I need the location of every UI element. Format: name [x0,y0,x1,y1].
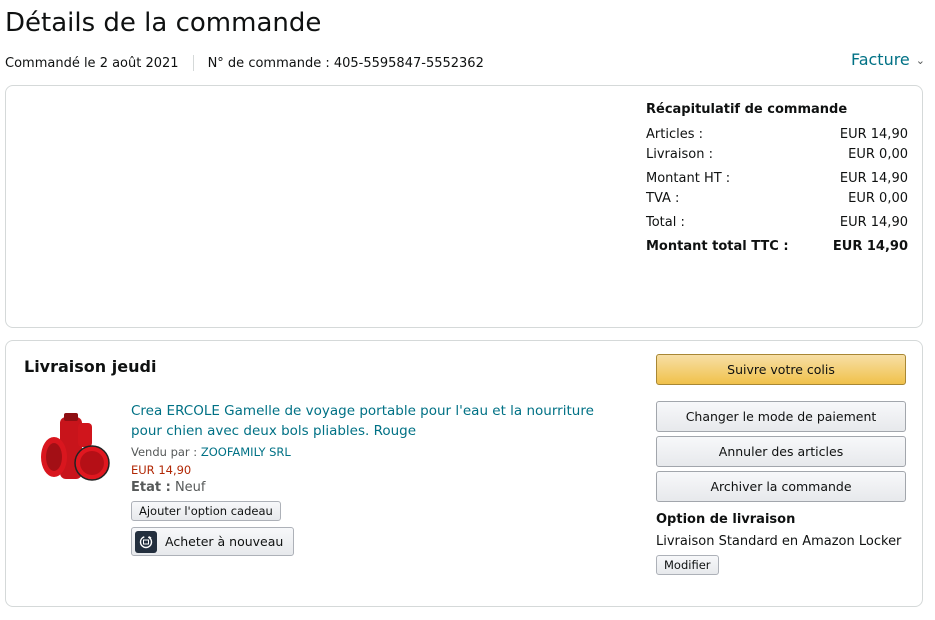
cancel-items-button[interactable]: Annuler des articles [656,436,906,467]
buy-again-label: Acheter à nouveau [165,534,284,549]
delivery-box: Livraison jeudi Crea ERCOLE Gamelle de v… [5,340,923,607]
summary-row-items: Articles : EUR 14,90 [646,125,908,145]
summary-label: TVA : [646,191,680,206]
summary-row-subtotal-ht: Montant HT : EUR 14,90 [646,169,908,189]
order-number: N° de commande : 405-5595847-5552362 [207,55,484,71]
summary-value: EUR 14,90 [832,239,908,254]
sold-by-label: Vendu par : [131,445,198,459]
summary-label: Livraison : [646,147,713,162]
summary-row-grand-total: Montant total TTC : EUR 14,90 [646,237,908,257]
condition-label: Etat : [131,480,171,495]
meta-divider [192,55,194,71]
summary-row-total: Total : EUR 14,90 [646,213,908,233]
condition-value: Neuf [174,480,206,495]
seller-line: Vendu par : ZOOFAMILY SRL [131,445,611,459]
order-summary: Récapitulatif de commande Articles : EUR… [646,102,908,257]
summary-value: EUR 14,90 [839,215,908,230]
summary-value: EUR 0,00 [848,147,908,162]
summary-label: Montant total TTC : [646,239,789,254]
product-title-link[interactable]: Crea ERCOLE Gamelle de voyage portable p… [131,401,611,441]
chevron-down-icon: ⌄ [915,54,925,67]
item-condition: Etat : Neuf [131,480,611,495]
delivery-title: Livraison jeudi [24,357,157,376]
seller-link[interactable]: ZOOFAMILY SRL [201,445,291,459]
summary-label: Articles : [646,127,703,142]
order-actions: Suivre votre colis Changer le mode de pa… [656,354,906,575]
change-payment-button[interactable]: Changer le mode de paiement [656,401,906,432]
summary-value: EUR 0,00 [848,191,908,206]
shipping-option-title: Option de livraison [656,512,796,527]
page-title: Détails de la commande [5,8,322,38]
buy-again-icon [135,530,157,553]
item-price: EUR 14,90 [131,463,192,477]
order-meta: Commandé le 2 août 2021 N° de commande :… [5,55,484,71]
modify-shipping-button[interactable]: Modifier [656,555,719,575]
invoice-dropdown[interactable]: Facture ⌄ [851,50,925,69]
shipping-option-text: Livraison Standard en Amazon Locker [656,534,902,549]
summary-label: Total : [646,215,685,230]
archive-order-button[interactable]: Archiver la commande [656,471,906,502]
order-date: Commandé le 2 août 2021 [5,55,179,71]
summary-row-shipping: Livraison : EUR 0,00 [646,145,908,165]
product-image[interactable] [40,413,110,487]
add-gift-option-button[interactable]: Ajouter l'option cadeau [131,501,281,521]
product-details: Crea ERCOLE Gamelle de voyage portable p… [131,401,611,556]
summary-value: EUR 14,90 [839,127,908,142]
summary-label: Montant HT : [646,171,731,186]
order-summary-box: Récapitulatif de commande Articles : EUR… [5,85,923,328]
summary-row-vat: TVA : EUR 0,00 [646,189,908,209]
invoice-label: Facture [850,50,910,69]
summary-value: EUR 14,90 [839,171,908,186]
track-package-button[interactable]: Suivre votre colis [656,354,906,385]
summary-title: Récapitulatif de commande [646,102,848,117]
buy-again-button[interactable]: Acheter à nouveau [131,527,295,556]
